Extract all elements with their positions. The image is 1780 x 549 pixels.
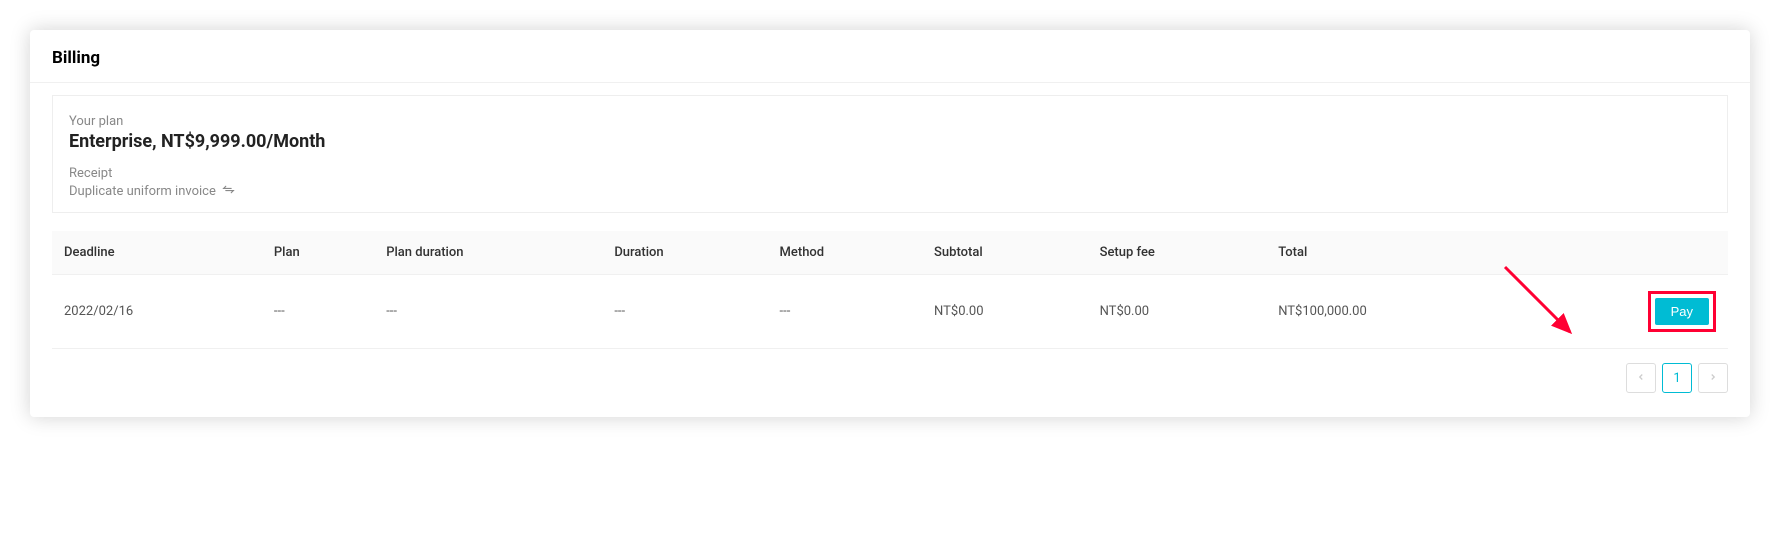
invoice-table-wrap: Deadline Plan Plan duration Duration Met… <box>52 231 1728 349</box>
cell-plan-duration: --- <box>374 275 602 349</box>
cell-plan: --- <box>262 275 374 349</box>
cell-duration: --- <box>602 275 767 349</box>
chevron-left-icon <box>1636 371 1646 386</box>
col-plan: Plan <box>262 231 374 275</box>
cell-setup-fee: NT$0.00 <box>1088 275 1267 349</box>
col-deadline: Deadline <box>52 231 262 275</box>
plan-section: Your plan Enterprise, NT$9,999.00/Month … <box>52 95 1728 213</box>
col-total: Total <box>1266 231 1520 275</box>
cell-method: --- <box>768 275 923 349</box>
page-next-button[interactable] <box>1698 363 1728 393</box>
col-method: Method <box>768 231 923 275</box>
cell-deadline: 2022/02/16 <box>52 275 262 349</box>
table-row: 2022/02/16 --- --- --- --- NT$0.00 NT$0.… <box>52 275 1728 349</box>
cell-subtotal: NT$0.00 <box>922 275 1088 349</box>
receipt-label: Receipt <box>69 166 1711 181</box>
plan-label: Your plan <box>69 114 1711 129</box>
receipt-value[interactable]: Duplicate uniform invoice <box>69 183 1711 200</box>
highlight-annotation: Pay <box>1648 291 1716 332</box>
invoice-table: Deadline Plan Plan duration Duration Met… <box>52 231 1728 349</box>
cell-action: Pay <box>1520 275 1728 349</box>
swap-icon <box>222 183 235 200</box>
col-action <box>1520 231 1728 275</box>
panel-header: Billing <box>30 30 1750 83</box>
pay-button[interactable]: Pay <box>1655 298 1709 325</box>
col-plan-duration: Plan duration <box>374 231 602 275</box>
pagination: 1 <box>30 349 1750 417</box>
billing-panel: Billing Your plan Enterprise, NT$9,999.0… <box>30 30 1750 417</box>
page-prev-button[interactable] <box>1626 363 1656 393</box>
chevron-right-icon <box>1708 371 1718 386</box>
receipt-text: Duplicate uniform invoice <box>69 184 216 199</box>
page-number-button[interactable]: 1 <box>1662 363 1692 393</box>
plan-value: Enterprise, NT$9,999.00/Month <box>69 131 1711 152</box>
cell-total: NT$100,000.00 <box>1266 275 1520 349</box>
col-setup-fee: Setup fee <box>1088 231 1267 275</box>
page-title: Billing <box>52 48 1728 68</box>
col-duration: Duration <box>602 231 767 275</box>
col-subtotal: Subtotal <box>922 231 1088 275</box>
